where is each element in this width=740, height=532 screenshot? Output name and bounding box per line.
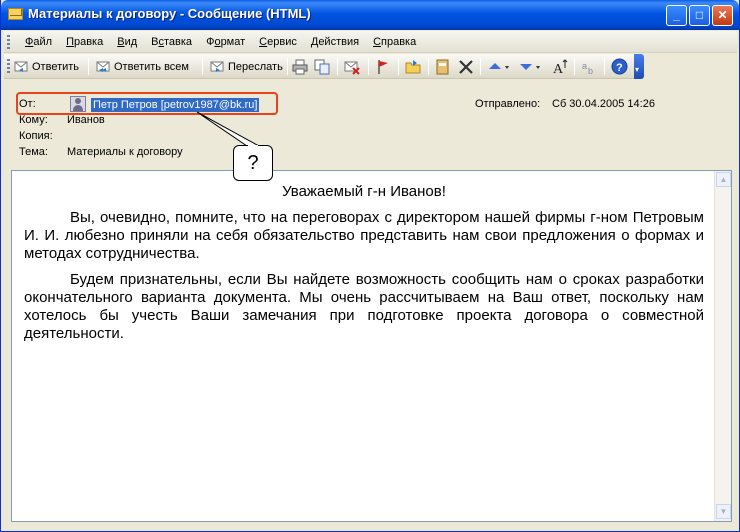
toolbar-separator [88,58,89,75]
toolbar-separator [398,58,399,75]
close-button[interactable]: ✕ [712,5,733,26]
message-paragraph-1: Вы, очевидно, помните, что на переговора… [24,209,704,262]
sent-row: Отправлено: Сб 30.04.2005 14:26 [475,98,655,110]
toolbar-separator [202,58,203,75]
menu-tools[interactable]: Сервис [252,36,304,48]
scroll-up-icon[interactable]: ▲ [716,172,731,187]
encoding-icon[interactable]: a b [581,59,597,75]
to-label: Кому: [19,114,48,126]
sent-label: Отправлено: [475,98,541,110]
delete-message-icon[interactable] [344,59,360,75]
print-icon[interactable] [292,59,308,75]
message-paragraph-2: Будем признательны, если Вы найдете возм… [24,271,704,342]
help-icon[interactable]: ? [611,58,628,75]
reply-button[interactable]: Ответить [14,57,79,76]
toolbar-options-chevron[interactable] [634,54,644,79]
reply-icon [14,61,28,72]
font-size-icon[interactable]: A [552,58,570,75]
menu-bar: Файл Правка Вид Вставка Формат Сервис Де… [4,31,737,53]
forward-icon [210,61,224,72]
menu-insert[interactable]: Вставка [144,36,199,48]
menu-actions[interactable]: Действия [304,36,366,48]
previous-item-icon[interactable] [487,59,511,75]
svg-text:a: a [582,61,587,71]
envelope-icon [8,8,23,20]
menu-list: Файл Правка Вид Вставка Формат Сервис Де… [18,36,423,48]
toolbar-separator [604,58,605,75]
close-icon: ✕ [717,8,728,22]
reply-label: Ответить [32,60,80,73]
subject-label: Тема: [19,146,48,158]
standard-toolbar: Ответить Ответить всем Переслать A a b ? [4,54,644,79]
menu-help[interactable]: Справка [366,36,423,48]
toolbar-separator [574,58,575,75]
forward-label: Переслать [228,60,283,73]
sent-value: Сб 30.04.2005 14:26 [552,98,655,110]
delete-icon[interactable] [458,59,474,75]
svg-text:?: ? [616,62,623,74]
flag-icon[interactable] [375,59,391,75]
message-body-pane[interactable]: Уважаемый г-н Иванов! Вы, очевидно, помн… [11,170,732,522]
copy-icon[interactable] [314,59,330,75]
address-book-icon[interactable] [435,59,451,75]
question-callout: ? [233,145,273,181]
svg-text:b: b [588,66,593,75]
toolbar-separator [428,58,429,75]
menu-format[interactable]: Формат [199,36,252,48]
toolbar-separator [337,58,338,75]
toolbar-separator [368,58,369,75]
message-body: Уважаемый г-н Иванов! Вы, очевидно, помн… [24,183,704,351]
toolbar-separator [287,58,288,75]
menu-view[interactable]: Вид [110,36,144,48]
toolbar-grip[interactable] [7,59,10,73]
svg-text:A: A [553,62,564,75]
cc-label: Копия: [19,130,53,142]
message-window: Материалы к договору - Сообщение (HTML) … [0,0,740,532]
window-title: Материалы к договору - Сообщение (HTML) [28,6,311,21]
reply-all-icon [96,61,110,72]
to-value[interactable]: Иванов [67,114,105,126]
minimize-button[interactable]: _ [666,5,687,26]
message-greeting: Уважаемый г-н Иванов! [282,183,446,200]
reply-all-button[interactable]: Ответить всем [96,57,189,76]
maximize-button[interactable]: □ [689,5,710,26]
maximize-icon: □ [695,8,704,22]
vertical-scrollbar[interactable]: ▲ ▼ [714,171,731,521]
move-to-folder-icon[interactable] [405,59,421,75]
forward-button[interactable]: Переслать [210,57,283,76]
menubar-grip[interactable] [7,35,10,49]
toolbar-separator [480,58,481,75]
from-highlight-box [16,92,278,115]
menu-file[interactable]: Файл [18,36,59,48]
subject-value: Материалы к договору [67,146,183,158]
next-item-icon[interactable] [518,59,542,75]
reply-all-label: Ответить всем [114,60,189,73]
scroll-down-icon[interactable]: ▼ [716,504,731,519]
menu-edit[interactable]: Правка [59,36,110,48]
minimize-icon: _ [673,8,680,22]
title-bar[interactable]: Материалы к договору - Сообщение (HTML) … [1,0,739,30]
